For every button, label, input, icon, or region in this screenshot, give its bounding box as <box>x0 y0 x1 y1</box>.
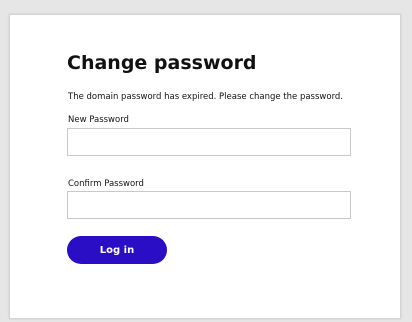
login-button[interactable]: Log in <box>67 236 167 264</box>
confirm-password-field[interactable] <box>67 191 351 219</box>
password-expired-message: The domain password has expired. Please … <box>68 92 344 102</box>
new-password-field[interactable] <box>67 128 351 156</box>
change-password-panel: Change password The domain password has … <box>9 14 401 319</box>
page-title: Change password <box>67 52 257 74</box>
confirm-password-label: Confirm Password <box>68 179 144 189</box>
new-password-label: New Password <box>68 115 129 125</box>
